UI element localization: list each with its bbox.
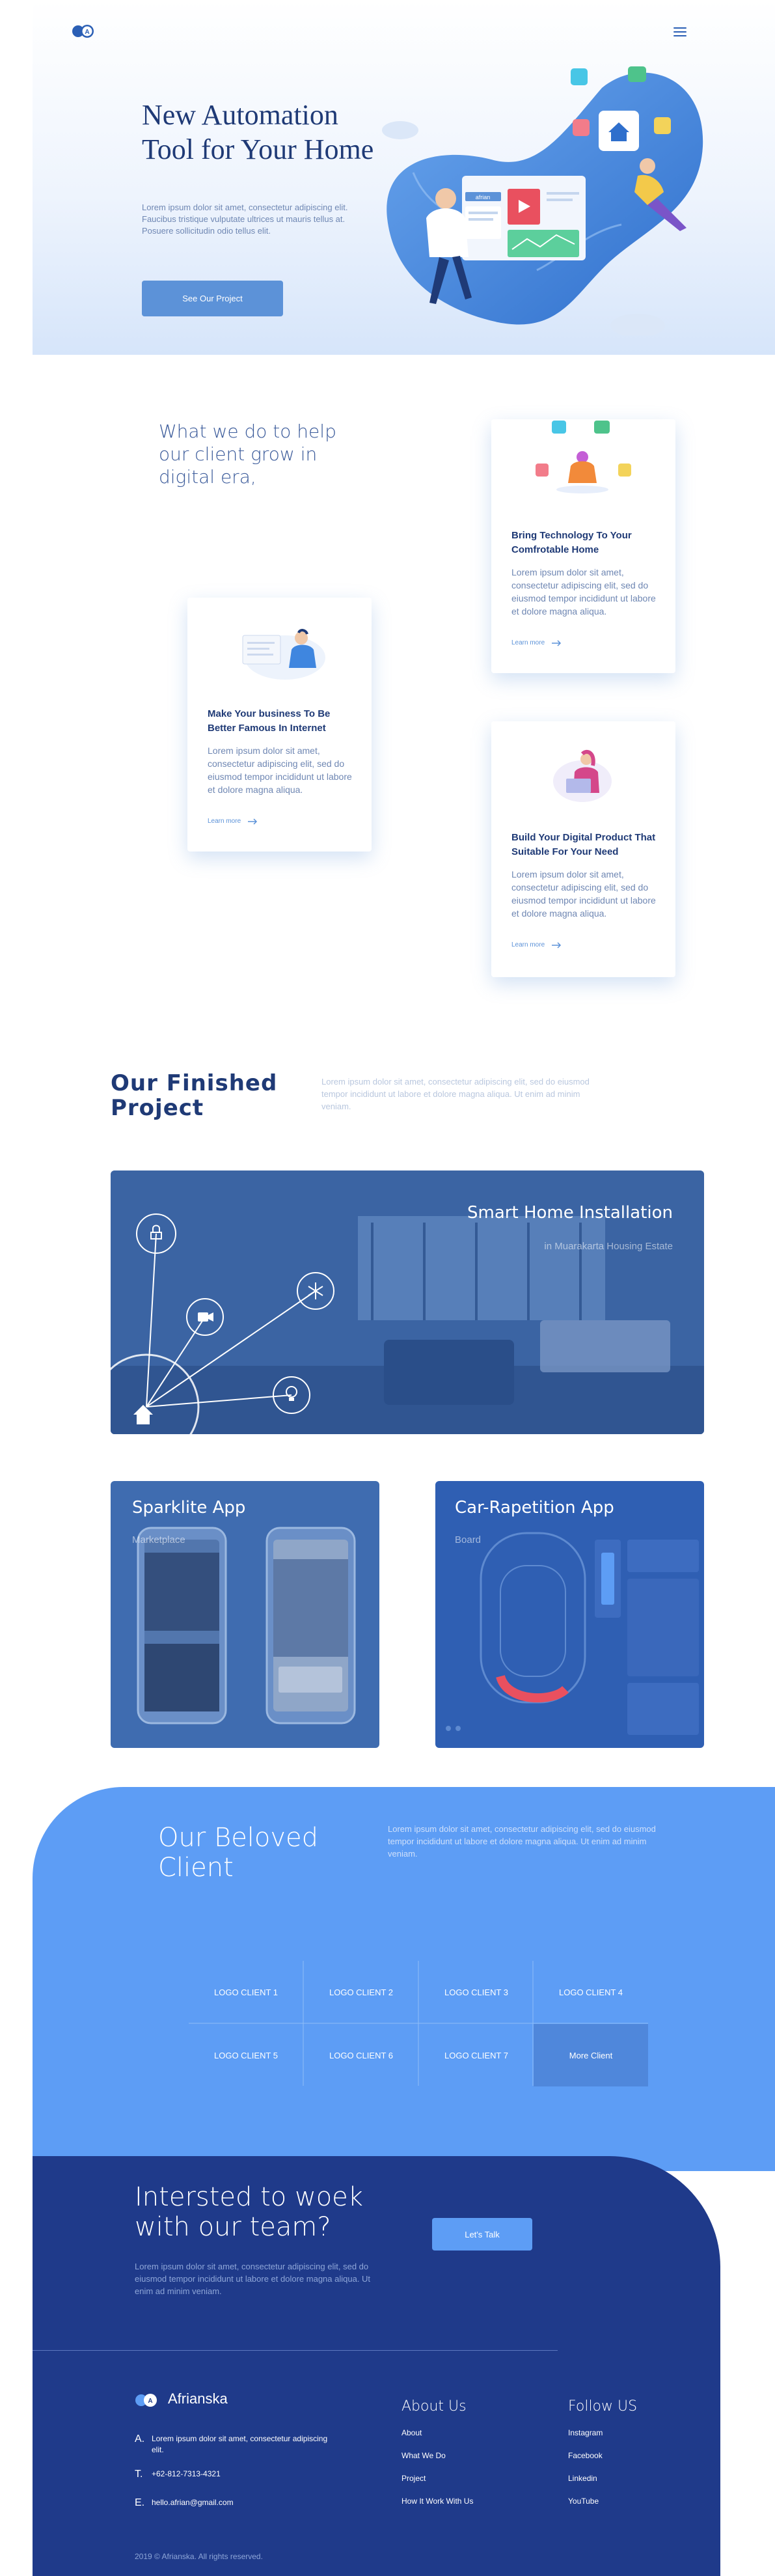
service-card-title: Build Your Digital Product That Suitable… bbox=[511, 832, 656, 857]
learn-more-label: Learn more bbox=[511, 941, 545, 949]
project-subtitle: Board bbox=[455, 1534, 482, 1545]
arrow-right-icon bbox=[248, 818, 258, 825]
email-key: E. bbox=[135, 2497, 145, 2508]
footer-link-about[interactable]: About bbox=[401, 2428, 422, 2437]
service-card-business[interactable]: Make Your business To Be Better Famous I… bbox=[187, 598, 372, 852]
footer-address: A. Lorem ipsum dolor sit amet, consectetu… bbox=[135, 2433, 334, 2456]
address-value: Lorem ipsum dolor sit amet, consectetur … bbox=[152, 2434, 328, 2454]
lets-talk-button[interactable]: Let's Talk bbox=[432, 2218, 532, 2251]
project-card-smart-home[interactable]: Smart Home Installation in Muarakarta Ho… bbox=[111, 1170, 704, 1434]
client-logo-1[interactable]: LOGO CLIENT 1 bbox=[189, 1961, 303, 2023]
address-key: A. bbox=[135, 2433, 145, 2444]
follow-us-heading: Follow US bbox=[568, 2398, 638, 2415]
service-card-text: Lorem ipsum dolor sit amet, consectetur … bbox=[511, 869, 656, 919]
footer-divider bbox=[33, 2350, 558, 2351]
smart-home-icon bbox=[536, 421, 631, 493]
service-card-text: Lorem ipsum dolor sit amet, consectetur … bbox=[208, 745, 352, 795]
client-logo-4[interactable]: LOGO CLIENT 4 bbox=[534, 1961, 648, 2023]
learn-more-link[interactable]: Learn more bbox=[511, 941, 562, 949]
service-card-digital-product[interactable]: Build Your Digital Product That Suitable… bbox=[491, 721, 675, 977]
hero-description: Lorem ipsum dolor sit amet, consectetur … bbox=[142, 202, 348, 236]
client-logo-6[interactable]: LOGO CLIENT 6 bbox=[304, 2024, 418, 2086]
svg-text:A: A bbox=[148, 2398, 152, 2405]
hero-illustration: afrian bbox=[382, 66, 703, 335]
client-logo-2[interactable]: LOGO CLIENT 2 bbox=[304, 1961, 418, 2023]
footer-phone: T. +62-812-7313-4321 bbox=[135, 2469, 334, 2480]
see-our-project-button[interactable]: See Our Project bbox=[142, 281, 283, 316]
project-subtitle: Marketplace bbox=[132, 1534, 185, 1545]
project-card-sparklite[interactable]: Sparklite App Marketplace bbox=[111, 1481, 379, 1748]
illustration-label: afrian bbox=[476, 194, 491, 201]
service-card-title: Bring Technology To Your Comfrotable Hom… bbox=[511, 530, 632, 555]
arrow-right-icon bbox=[552, 639, 562, 646]
learn-more-label: Learn more bbox=[511, 639, 545, 646]
projects-description: Lorem ipsum dolor sit amet, consectetur … bbox=[321, 1077, 590, 1111]
footer-link-facebook[interactable]: Facebook bbox=[568, 2451, 603, 2460]
project-title: Smart Home Installation bbox=[467, 1203, 673, 1223]
arrow-right-icon bbox=[552, 941, 562, 949]
footer-brand: Afrianska bbox=[168, 2390, 228, 2407]
clients-title: Our Beloved Client bbox=[158, 1823, 319, 1883]
phone-value[interactable]: +62-812-7313-4321 bbox=[152, 2469, 334, 2480]
copyright: 2019 © Afrianska. All rights reserved. bbox=[135, 2552, 263, 2561]
learn-more-link[interactable]: Learn more bbox=[208, 818, 258, 825]
client-logo-5[interactable]: LOGO CLIENT 5 bbox=[189, 2024, 303, 2086]
project-subtitle: in Muarakarta Housing Estate bbox=[544, 1241, 673, 1252]
learn-more-label: Learn more bbox=[208, 818, 241, 825]
car-dashboard-mockup-image bbox=[435, 1481, 704, 1748]
svg-text:A: A bbox=[85, 29, 89, 36]
client-logo-7[interactable]: LOGO CLIENT 7 bbox=[419, 2024, 534, 2086]
laptop-user-icon bbox=[553, 749, 612, 802]
footer-link-youtube[interactable]: YouTube bbox=[568, 2497, 599, 2506]
project-card-car-rapetition[interactable]: Car-Rapetition App Board bbox=[435, 1481, 704, 1748]
service-card-title: Make Your business To Be Better Famous I… bbox=[208, 708, 331, 734]
phone-key: T. bbox=[135, 2469, 143, 2480]
clients-description: Lorem ipsum dolor sit amet, consectetur … bbox=[388, 1824, 656, 1859]
footer-link-what-we-do[interactable]: What We Do bbox=[401, 2451, 446, 2460]
footer-link-how-it-works[interactable]: How It Work With Us bbox=[401, 2497, 473, 2506]
client-logo-grid: LOGO CLIENT 1 LOGO CLIENT 2 LOGO CLIENT … bbox=[189, 1961, 648, 2086]
sparklite-mockup-image bbox=[111, 1481, 379, 1748]
cta-description: Lorem ipsum dolor sit amet, consectetur … bbox=[135, 2262, 371, 2296]
cta-title: Intersted to woek with our team? bbox=[135, 2182, 363, 2242]
footer-link-instagram[interactable]: Instagram bbox=[568, 2428, 603, 2437]
client-logo-3[interactable]: LOGO CLIENT 3 bbox=[419, 1961, 534, 2023]
hamburger-icon[interactable] bbox=[673, 27, 687, 36]
more-client-button[interactable]: More Client bbox=[534, 2024, 648, 2086]
email-value[interactable]: hello.afrian@gmail.com bbox=[152, 2497, 334, 2508]
footer-link-linkedin[interactable]: Linkedin bbox=[568, 2474, 597, 2483]
service-card-home-tech[interactable]: Bring Technology To Your Comfrotable Hom… bbox=[491, 419, 675, 673]
projects-title: Our Finished Project bbox=[111, 1070, 278, 1121]
project-title: Sparklite App bbox=[132, 1498, 246, 1517]
presentation-icon bbox=[242, 629, 325, 680]
services-title: What we do to help our client grow in di… bbox=[159, 421, 336, 488]
service-card-text: Lorem ipsum dolor sit amet, consectetur … bbox=[511, 567, 656, 616]
project-title: Car-Rapetition App bbox=[455, 1498, 614, 1517]
footer-link-project[interactable]: Project bbox=[401, 2474, 426, 2483]
footer-email: E. hello.afrian@gmail.com bbox=[135, 2497, 334, 2509]
about-us-heading: About Us bbox=[401, 2398, 467, 2415]
learn-more-link[interactable]: Learn more bbox=[511, 639, 562, 646]
brand-logo-icon[interactable]: A bbox=[72, 23, 96, 39]
footer-logo-icon: A bbox=[135, 2394, 157, 2407]
